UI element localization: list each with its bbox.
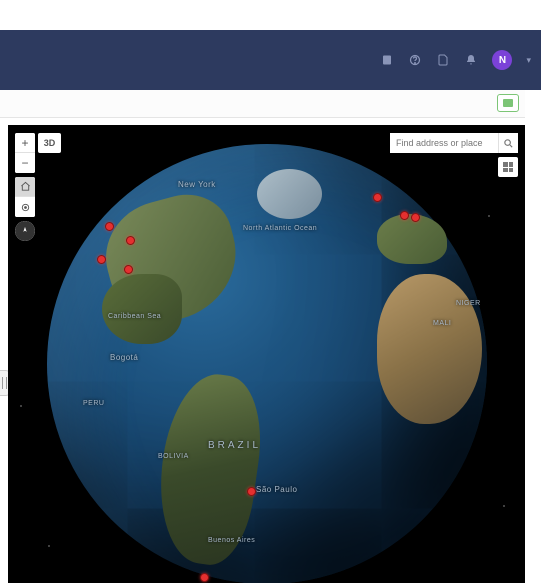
map-marker[interactable] bbox=[247, 487, 256, 496]
header-icon-row: N ▾ bbox=[380, 50, 531, 70]
layer-icon bbox=[503, 99, 513, 107]
zoom-in-button[interactable]: + bbox=[15, 133, 35, 153]
star bbox=[488, 215, 490, 217]
home-extent-button[interactable] bbox=[15, 177, 35, 197]
land-central-america bbox=[102, 274, 182, 344]
notes-icon[interactable] bbox=[380, 53, 394, 67]
map-marker[interactable] bbox=[400, 211, 409, 220]
land-africa bbox=[377, 274, 482, 424]
map-marker[interactable] bbox=[105, 222, 114, 231]
earth-globe[interactable] bbox=[47, 144, 487, 583]
layer-toggle-button[interactable] bbox=[497, 94, 519, 112]
document-icon[interactable] bbox=[436, 53, 450, 67]
notifications-icon[interactable] bbox=[464, 53, 478, 67]
map-marker[interactable] bbox=[126, 236, 135, 245]
address-search bbox=[390, 133, 518, 153]
top-spacer bbox=[0, 0, 541, 30]
zoom-control: + − bbox=[15, 133, 35, 173]
locate-button[interactable] bbox=[15, 197, 35, 217]
help-icon[interactable] bbox=[408, 53, 422, 67]
star bbox=[20, 405, 22, 407]
map-marker[interactable] bbox=[411, 213, 420, 222]
sub-toolbar bbox=[0, 90, 525, 118]
search-input[interactable] bbox=[390, 133, 498, 153]
land-europe bbox=[377, 214, 447, 264]
map-marker[interactable] bbox=[373, 193, 382, 202]
zoom-out-button[interactable]: − bbox=[15, 153, 35, 173]
compass-button[interactable] bbox=[15, 221, 35, 241]
toggle-3d-button[interactable]: 3D bbox=[38, 133, 61, 153]
map-marker[interactable] bbox=[97, 255, 106, 264]
map-marker[interactable] bbox=[124, 265, 133, 274]
land-south-america bbox=[149, 368, 270, 569]
star bbox=[48, 545, 50, 547]
map-marker[interactable] bbox=[200, 573, 209, 582]
chevron-down-icon[interactable]: ▾ bbox=[526, 55, 531, 66]
globe-map[interactable]: New York North Atlantic Ocean Caribbean … bbox=[8, 125, 525, 583]
star bbox=[503, 505, 505, 507]
basemap-gallery-button[interactable] bbox=[498, 157, 518, 177]
land-greenland bbox=[257, 169, 322, 219]
search-button[interactable] bbox=[498, 133, 518, 153]
grid-icon bbox=[503, 162, 513, 172]
app-header: N ▾ bbox=[0, 30, 541, 90]
nav-control bbox=[15, 177, 35, 217]
user-avatar[interactable]: N bbox=[492, 50, 512, 70]
compass-control bbox=[15, 221, 35, 241]
